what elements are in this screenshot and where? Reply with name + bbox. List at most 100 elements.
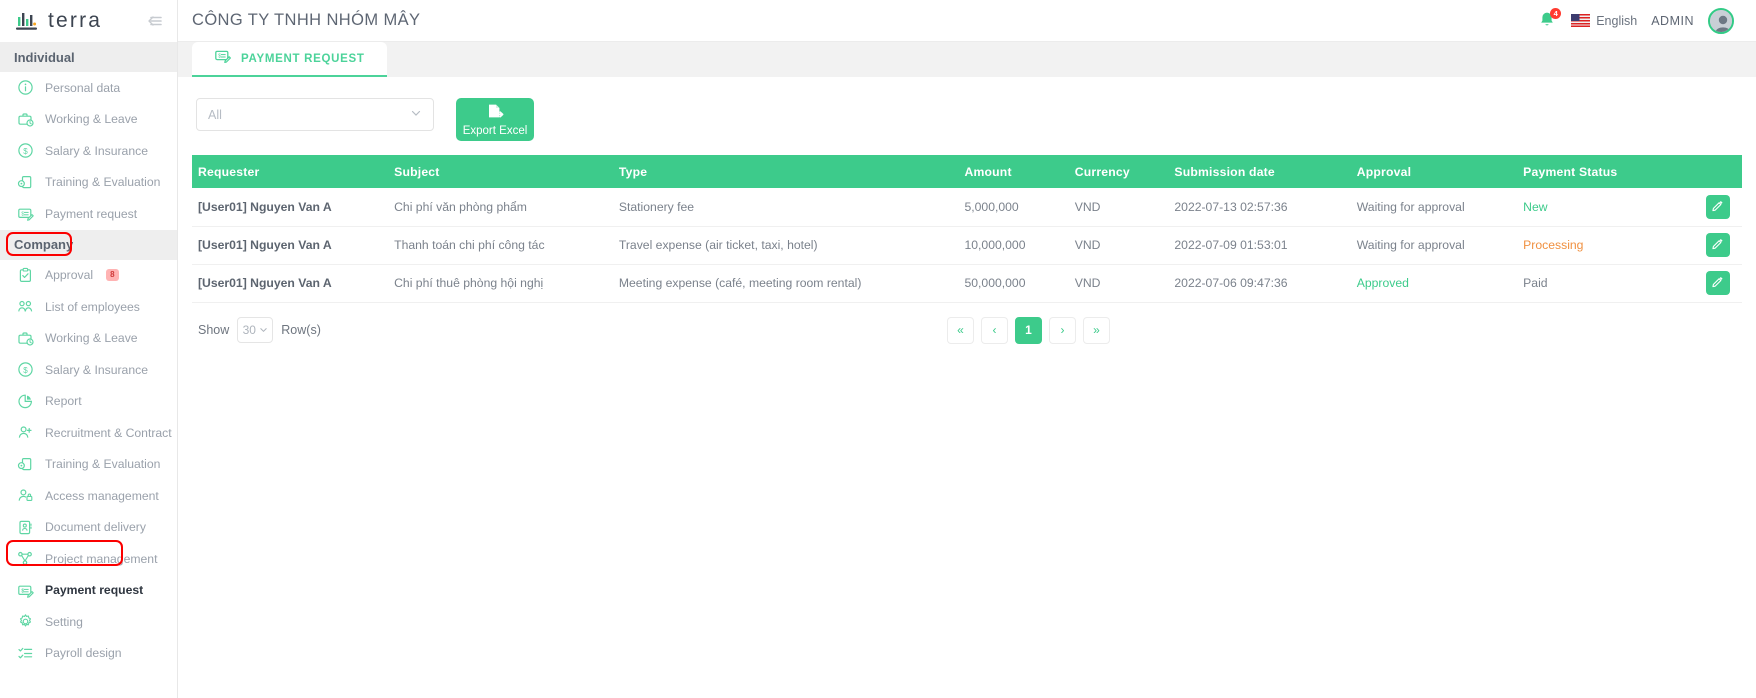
rows-per-page-select[interactable]: 30 [237,317,274,343]
cell-requester: [User01] Nguyen Van A [192,226,389,265]
sidebar-item-label: Payment request [45,583,144,598]
table-row[interactable]: [User01] Nguyen Van A Chi phí văn phòng … [192,188,1742,227]
user-name[interactable]: ADMIN [1651,14,1694,28]
sidebar-item-payment-request[interactable]: $ Payment request [0,575,177,607]
collapse-left-icon[interactable] [143,10,165,32]
edit-row-button[interactable] [1705,233,1730,257]
sidebar-section-label: Individual [14,49,75,65]
tab-strip: $ PAYMENT REQUEST [178,42,1756,77]
sidebar-item-label: Payroll design [45,646,122,661]
rows-per-page-value: 30 [242,323,256,337]
top-header: CÔNG TY TNHH NHÓM MÂY 4 English ADMIN [178,0,1756,42]
clipboard-check-icon [17,267,34,284]
language-selector[interactable]: English [1571,14,1637,28]
col-currency: Currency [1068,155,1169,188]
sidebar-item-recruitment-contract[interactable]: Recruitment & Contract [0,417,177,449]
sidebar-item-label: Approval [45,268,94,283]
cell-currency: VND [1068,264,1169,303]
sidebar-item-document-delivery[interactable]: Document delivery [0,512,177,544]
language-label: English [1596,13,1638,28]
sidebar-item-working-leave-individual[interactable]: Working & Leave [0,104,177,136]
filter-select[interactable]: All [196,98,434,131]
cell-amount: 10,000,000 [958,226,1069,265]
col-approval: Approval [1350,155,1518,188]
sidebar-item-training-evaluation-individual[interactable]: Training & Evaluation [0,167,177,199]
sidebar-item-label: Recruitment & Contract [45,425,172,440]
gear-icon [17,613,34,630]
document-card-icon [17,519,34,536]
cell-submission-date: 2022-07-09 01:53:01 [1168,226,1351,265]
sidebar-item-project-management[interactable]: Project management [0,543,177,575]
main-area: CÔNG TY TNHH NHÓM MÂY 4 English ADMIN $ … [178,0,1756,698]
cell-amount: 50,000,000 [958,264,1069,303]
svg-text:$: $ [23,147,28,156]
cell-type: Stationery fee [612,188,959,227]
list-checks-icon [17,645,34,662]
table-row[interactable]: [User01] Nguyen Van A Chi phí thuê phòng… [192,264,1742,303]
sidebar-item-label: List of employees [45,299,140,314]
cell-submission-date: 2022-07-06 09:47:36 [1168,264,1351,303]
pagination-prev[interactable]: ‹ [980,316,1008,344]
filter-value: All [208,107,222,122]
chevron-down-icon [259,323,268,337]
toolbar: All Export Excel [192,91,1742,155]
payment-request-table: Requester Subject Type Amount Currency S… [192,155,1742,303]
sidebar-item-approval[interactable]: Approval 8 [0,260,177,292]
notification-badge: 4 [1550,7,1562,19]
sidebar-item-label: Report [45,394,82,409]
sidebar-item-payment-request-individual[interactable]: $ Payment request [0,198,177,230]
edit-row-button[interactable] [1705,194,1730,219]
people-group-icon [17,298,34,315]
table-row[interactable]: [User01] Nguyen Van A Thanh toán chi phí… [192,226,1742,265]
sidebar-item-label: Payment request [45,206,138,221]
sidebar-item-access-management[interactable]: Access management [0,480,177,512]
avatar-icon[interactable] [1708,7,1734,34]
edit-row-button[interactable] [1705,271,1730,295]
sidebar-item-salary-insurance-company[interactable]: $ Salary & Insurance [0,354,177,386]
sidebar-item-personal-data[interactable]: Personal data [0,72,177,104]
tab-payment-request[interactable]: $ PAYMENT REQUEST [192,42,387,77]
sidebar-item-working-leave-company[interactable]: Working & Leave [0,323,177,355]
pagination-first[interactable]: « [946,316,974,344]
cell-amount: 5,000,000 [958,188,1069,227]
cell-currency: VND [1068,188,1169,227]
export-excel-button[interactable]: Export Excel [456,98,534,141]
pencil-icon [1711,199,1724,215]
rows-per-page-control: Show 30 Row(s) [198,317,321,343]
col-type: Type [612,155,959,188]
cell-actions [1699,188,1742,227]
pagination-last[interactable]: » [1082,316,1110,344]
pie-chart-icon [17,393,34,410]
cell-currency: VND [1068,226,1169,265]
show-label: Show [198,323,230,337]
pagination-next[interactable]: › [1048,316,1076,344]
training-doc-icon [17,456,34,473]
sidebar-item-salary-insurance-individual[interactable]: $ Salary & Insurance [0,135,177,167]
sidebar-item-label: Personal data [45,80,121,95]
sidebar-item-setting[interactable]: Setting [0,606,177,638]
export-excel-label: Export Excel [462,124,528,137]
cell-actions [1699,264,1742,303]
brand-name: terra [48,9,103,32]
sidebar-logo-row: terra [0,0,177,42]
sidebar-item-report[interactable]: Report [0,386,177,418]
pagination: « ‹ 1 › » [946,316,1110,344]
bell-icon[interactable]: 4 [1537,7,1562,32]
svg-text:$: $ [21,588,24,594]
export-file-icon [485,103,505,124]
sidebar-item-label: Training & Evaluation [45,457,161,472]
sidebar-item-training-evaluation-company[interactable]: Training & Evaluation [0,449,177,481]
pagination-page-1[interactable]: 1 [1014,316,1042,344]
sidebar-item-label: Project management [45,551,158,566]
sidebar-item-payroll-design[interactable]: Payroll design [0,638,177,670]
info-circle-icon [17,79,34,96]
header-controls: 4 English ADMIN [1537,7,1742,34]
person-plus-icon [17,424,34,441]
page-title: CÔNG TY TNHH NHÓM MÂY [192,11,421,29]
cell-type: Meeting expense (café, meeting room rent… [612,264,959,303]
tab-label: PAYMENT REQUEST [241,52,365,65]
terra-logo-icon [14,8,40,34]
cell-subject: Chi phí thuê phòng hội nghị [388,264,613,303]
sidebar-item-list-of-employees[interactable]: List of employees [0,291,177,323]
pencil-icon [1711,275,1724,291]
